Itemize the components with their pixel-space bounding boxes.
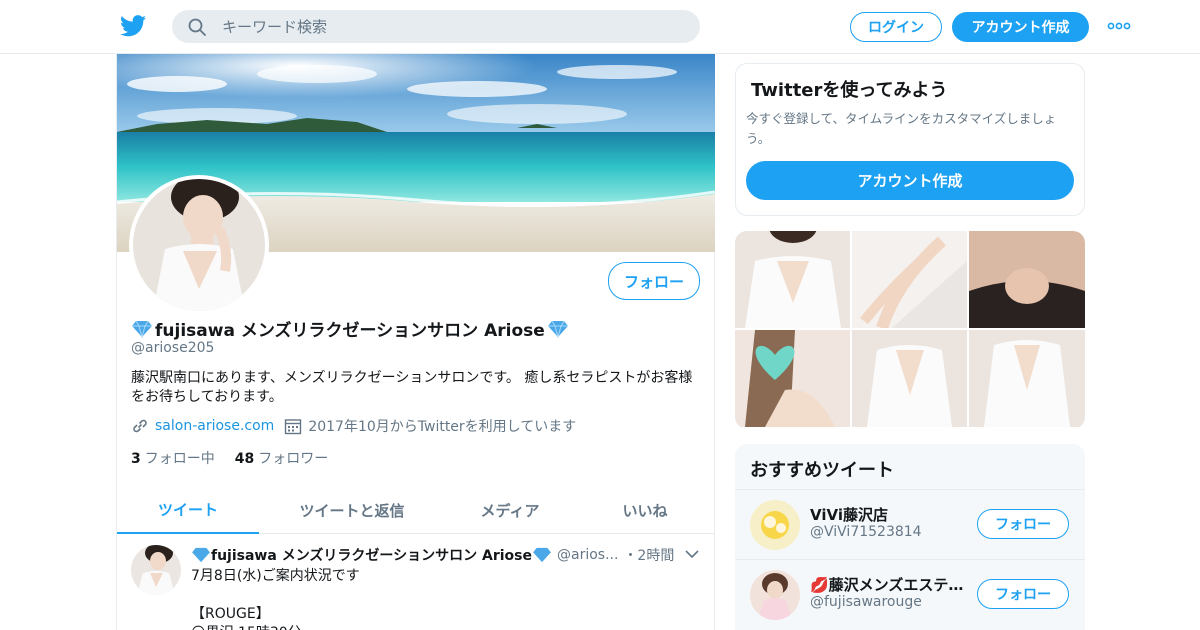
search-icon bbox=[188, 18, 206, 36]
calendar-icon bbox=[285, 419, 302, 435]
media-gallery bbox=[735, 231, 1085, 429]
followers-stat[interactable]: 48 フォロワー bbox=[235, 448, 328, 468]
login-button[interactable]: ログイン bbox=[850, 12, 942, 42]
tweet-author-handle[interactable]: @arios... bbox=[557, 547, 618, 563]
gem-icon bbox=[533, 547, 551, 563]
tweet-text: 7月8日(水)ご案内状況です 【ROUGE】 🌕黒沢 15時30分 bbox=[191, 568, 360, 630]
recommended-handle: @fujisawarouge bbox=[810, 594, 922, 610]
recommended-follow-button[interactable]: フォロー bbox=[977, 579, 1069, 609]
tab-media[interactable]: メディア bbox=[445, 486, 575, 534]
follow-button[interactable]: フォロー bbox=[608, 262, 700, 300]
tweet-avatar-photo bbox=[131, 545, 181, 595]
tab-tweets-and-replies[interactable]: ツイートと返信 bbox=[259, 486, 445, 534]
tweet-item[interactable]: fujisawa メンズリラクゼーションサロン Ariose @arios...… bbox=[117, 535, 715, 630]
signup-card-text: 今すぐ登録して、タイムラインをカスタマイズしましょう。 bbox=[746, 111, 1057, 146]
recommended-follow-button[interactable]: フォロー bbox=[977, 509, 1069, 539]
gallery-photo[interactable] bbox=[969, 330, 1085, 427]
profile-joined-date: 2017年10月からTwitterを利用しています bbox=[308, 419, 577, 435]
profile-avatar[interactable] bbox=[129, 175, 269, 315]
followers-label: フォロワー bbox=[258, 451, 329, 467]
tab-likes[interactable]: いいね bbox=[575, 486, 715, 534]
profile-handle[interactable]: @ariose205 bbox=[131, 340, 214, 356]
recommended-name[interactable]: 💋藤沢メンズエステ… bbox=[810, 574, 970, 595]
signup-card: Twitterを使ってみよう 今すぐ登録して、タイムラインをカスタマイズしましょ… bbox=[735, 63, 1085, 216]
tab-tweets[interactable]: ツイート bbox=[117, 486, 259, 534]
recommended-avatar[interactable] bbox=[750, 500, 800, 550]
profile-bio: 藤沢駅南口にあります、メンズリラクゼーションサロンです。 癒し系セラピストがお客… bbox=[131, 370, 693, 405]
recommended-title: おすすめツイート bbox=[750, 460, 894, 481]
profile-column: フォロー fujisawa メンズリラクゼーションサロン Ariose @ari… bbox=[116, 54, 715, 630]
recommended-name[interactable]: ViVi藤沢店 bbox=[810, 504, 970, 525]
profile-meta: salon-ariose.com 2017年10月からTwitterを利用してい… bbox=[131, 416, 576, 436]
profile-display-name: fujisawa メンズリラクゼーションサロン Ariose bbox=[131, 316, 569, 341]
recommended-tweets-card: おすすめツイート ViVi藤沢店 @ViVi71523814 フォロー 💋藤沢メ… bbox=[735, 444, 1085, 630]
gallery-photo[interactable] bbox=[735, 330, 850, 427]
signup-button[interactable]: アカウント作成 bbox=[952, 12, 1089, 42]
gem-icon bbox=[132, 320, 152, 338]
link-icon bbox=[133, 419, 147, 433]
tweet-avatar[interactable] bbox=[131, 545, 181, 595]
profile-website-link[interactable]: salon-ariose.com bbox=[155, 418, 274, 434]
chevron-down-icon[interactable] bbox=[685, 549, 699, 559]
gallery-photo[interactable] bbox=[852, 330, 967, 427]
recommended-account[interactable]: 💋藤沢メンズエステ… @fujisawarouge フォロー bbox=[735, 559, 1085, 629]
gallery-photo[interactable] bbox=[852, 231, 967, 328]
gallery-photo[interactable] bbox=[735, 231, 850, 328]
recommended-avatar[interactable] bbox=[750, 570, 800, 620]
signup-card-button[interactable]: アカウント作成 bbox=[746, 161, 1074, 200]
following-label: フォロー中 bbox=[144, 451, 215, 467]
followers-count: 48 bbox=[234, 451, 255, 467]
tweet-timestamp[interactable]: ・2時間 bbox=[623, 545, 674, 565]
more-options-icon[interactable] bbox=[1106, 20, 1132, 32]
top-navigation-bar: ログイン アカウント作成 bbox=[0, 0, 1200, 54]
gem-icon bbox=[192, 547, 210, 563]
gallery-photo[interactable] bbox=[969, 231, 1085, 328]
following-stat[interactable]: 3 フォロー中 bbox=[131, 448, 215, 468]
profile-stats: 3 フォロー中 48 フォロワー bbox=[131, 448, 328, 468]
search-bar[interactable] bbox=[172, 10, 700, 43]
search-input[interactable] bbox=[222, 10, 682, 43]
tweet-header: fujisawa メンズリラクゼーションサロン Ariose @arios...… bbox=[191, 545, 674, 565]
display-name-text: fujisawa メンズリラクゼーションサロン Ariose bbox=[155, 321, 545, 341]
profile-tabs: ツイート ツイートと返信 メディア いいね bbox=[117, 486, 715, 534]
avatar-photo bbox=[133, 179, 265, 311]
gem-icon bbox=[547, 320, 568, 338]
signup-card-title: Twitterを使ってみよう bbox=[751, 80, 948, 101]
recommended-handle: @ViVi71523814 bbox=[810, 524, 922, 540]
twitter-bird-logo-icon[interactable] bbox=[120, 14, 146, 38]
tweet-author-name[interactable]: fujisawa メンズリラクゼーションサロン Ariose bbox=[211, 545, 532, 565]
recommended-account[interactable]: ViVi藤沢店 @ViVi71523814 フォロー bbox=[735, 489, 1085, 559]
following-count: 3 bbox=[131, 451, 141, 467]
